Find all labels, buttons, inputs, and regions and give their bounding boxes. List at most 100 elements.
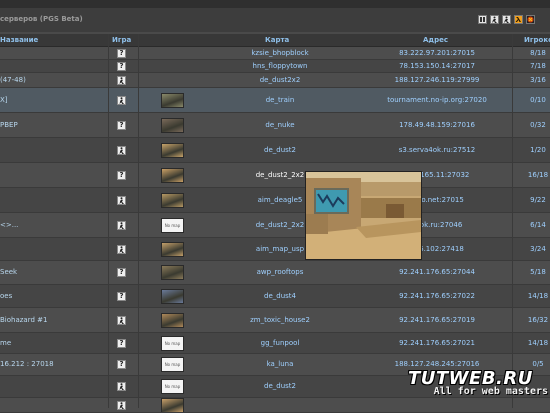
unknown-game-icon: ? [117,268,126,277]
column-game-header[interactable]: Игра [112,36,131,44]
map-thumbnail[interactable]: No map [161,335,184,351]
map-name[interactable]: de_nuke [215,121,345,129]
unknown-game-icon: ? [117,120,126,130]
map-thumbnail[interactable] [161,142,184,158]
server-address[interactable]: tournament.no-ip.org:27020 [362,96,512,104]
server-address[interactable]: 83.222.97.201:27015 [362,49,512,57]
map-thumbnail[interactable]: No map [161,357,184,372]
map-thumbnail[interactable] [161,92,184,108]
table-row[interactable]: PBEP? de_nuke 178.49.48.159:27016 0/32 [0,113,550,138]
table-row[interactable]: <>... No map de_dust2_2x2 s4ok.ru:27046 6/14 [0,213,550,238]
table-row[interactable]: me? No map gg_funpool 92.241.176.65:27021 14… [0,333,550,354]
unknown-game-icon: ? [117,48,126,58]
map-name[interactable]: gg_funpool [215,339,345,347]
player-count: 3/24 [530,244,546,253]
cs-filter-icon-2[interactable] [502,15,511,24]
watermark: TUTWEB.RU All for web masters [408,368,548,397]
server-name[interactable]: me [0,339,11,347]
player-count: 5/18 [530,268,546,276]
server-address[interactable]: 188.127.248.245:27016 [362,360,512,368]
map-thumbnail[interactable] [161,398,184,413]
map-name[interactable]: zm_toxic_house2 [215,316,345,324]
server-name[interactable]: PBEP [0,121,18,129]
map-name[interactable]: kzsie_bhopblock [215,49,345,57]
table-row[interactable]: X] de_train tournament.no-ip.org:27020 0/10 [0,88,550,113]
page-title: серверов (PGS Beta) [0,15,83,23]
server-name[interactable]: Biohazard #1 [0,316,47,324]
column-divider [512,34,513,408]
other-game-filter-icon[interactable] [526,15,535,24]
unknown-game-icon: ? [117,170,126,180]
player-count: 7/18 [530,61,546,70]
table-header: Название Игра Карта Адрес Игроко [0,34,550,47]
server-name[interactable]: X] [0,96,8,104]
table-row[interactable]: (47-48) de_dust2x2 188.127.246.119:27999 3/… [0,73,550,88]
map-thumbnail[interactable] [161,265,184,280]
server-address[interactable]: 92.241.176.65:27021 [362,339,512,347]
map-name[interactable]: de_dust2x2 [215,76,345,84]
column-name-header[interactable]: Название [0,36,38,44]
top-bar [0,0,550,8]
table-row[interactable]: de_dust2 s3.serva4ok.ru:27512 1/20 [0,138,550,163]
counter-strike-icon [117,244,126,254]
map-thumbnail[interactable] [161,117,184,133]
table-row[interactable]: aim_deagle5 tevo.net:27015 9/22 [0,188,550,213]
player-count: 0/5 [532,360,544,368]
hl-filter-icon[interactable] [478,15,487,24]
map-name[interactable]: hns_floppytown [215,62,345,70]
counter-strike-icon [117,400,126,410]
map-name[interactable]: ka_luna [215,360,345,368]
table-row[interactable]: ? kzsie_bhopblock 83.222.97.201:27015 8/18 [0,47,550,60]
map-name[interactable]: de_dust2 [215,382,345,390]
server-name[interactable]: Seek [0,268,17,276]
server-address[interactable]: 188.127.246.119:27999 [362,76,512,84]
counter-strike-icon [117,75,126,85]
server-name[interactable]: 16.212 : 27018 [0,360,54,368]
map-thumbnail[interactable]: No map [161,379,184,394]
player-count: 16/18 [527,170,549,179]
map-thumbnail[interactable] [161,312,184,328]
table-row[interactable]: Seek? awp_rooftops 92.241.176.65:27044 5/18 [0,261,550,285]
map-thumbnail[interactable] [161,288,184,304]
unknown-game-icon: ? [117,360,126,369]
column-address-header[interactable]: Адрес [423,36,448,44]
map-thumbnail[interactable] [161,192,184,208]
player-count: 0/10 [530,95,546,104]
unknown-game-icon: ? [117,61,126,71]
server-address[interactable]: 78.153.150.14:27017 [362,62,512,70]
column-divider [138,34,139,408]
server-address[interactable]: 178.49.48.159:27016 [362,121,512,129]
counter-strike-icon [117,145,126,155]
map-name[interactable]: de_train [215,96,345,104]
server-name[interactable]: (47-48) [0,76,26,84]
table-row[interactable]: Biohazard #1 zm_toxic_house2 92.241.176.65… [0,308,550,333]
column-map-header[interactable]: Карта [265,36,289,44]
counter-strike-icon [117,220,126,230]
table-row[interactable]: aim_map_usp 246.102:27418 3/24 [0,238,550,261]
server-address[interactable]: 92.241.176.65:27019 [362,316,512,324]
counter-strike-icon [117,382,126,391]
column-players-header[interactable]: Игроко [524,36,550,44]
server-address[interactable]: 92.241.176.65:27044 [362,268,512,276]
player-count: 0/32 [530,120,546,129]
counter-strike-icon [117,195,126,205]
server-address[interactable]: 92.241.176.65:27022 [362,292,512,300]
server-name[interactable]: oes [0,292,12,300]
table-row[interactable]: ? de_dust2_2x2 188.165.11:27032 16/18 [0,163,550,188]
player-count: 3/16 [530,75,546,84]
map-thumbnail[interactable] [161,167,184,183]
cs-filter-icon[interactable] [490,15,499,24]
server-name[interactable]: <>... [0,221,18,229]
map-thumbnail[interactable]: No map [161,217,184,233]
table-row[interactable]: ? hns_floppytown 78.153.150.14:27017 7/18 [0,60,550,73]
map-name[interactable]: awp_rooftops [215,268,345,276]
map-preview-image [305,171,422,260]
table-row[interactable] [0,398,550,413]
table-row[interactable]: oes? de_dust4 92.241.176.65:27022 14/18 [0,285,550,308]
map-name[interactable]: de_dust2 [215,146,345,154]
server-address[interactable]: s3.serva4ok.ru:27512 [362,146,512,154]
map-thumbnail[interactable] [161,241,184,257]
halflife-filter-icon[interactable] [514,15,523,24]
map-name[interactable]: de_dust4 [215,292,345,300]
unknown-game-icon: ? [117,338,126,348]
